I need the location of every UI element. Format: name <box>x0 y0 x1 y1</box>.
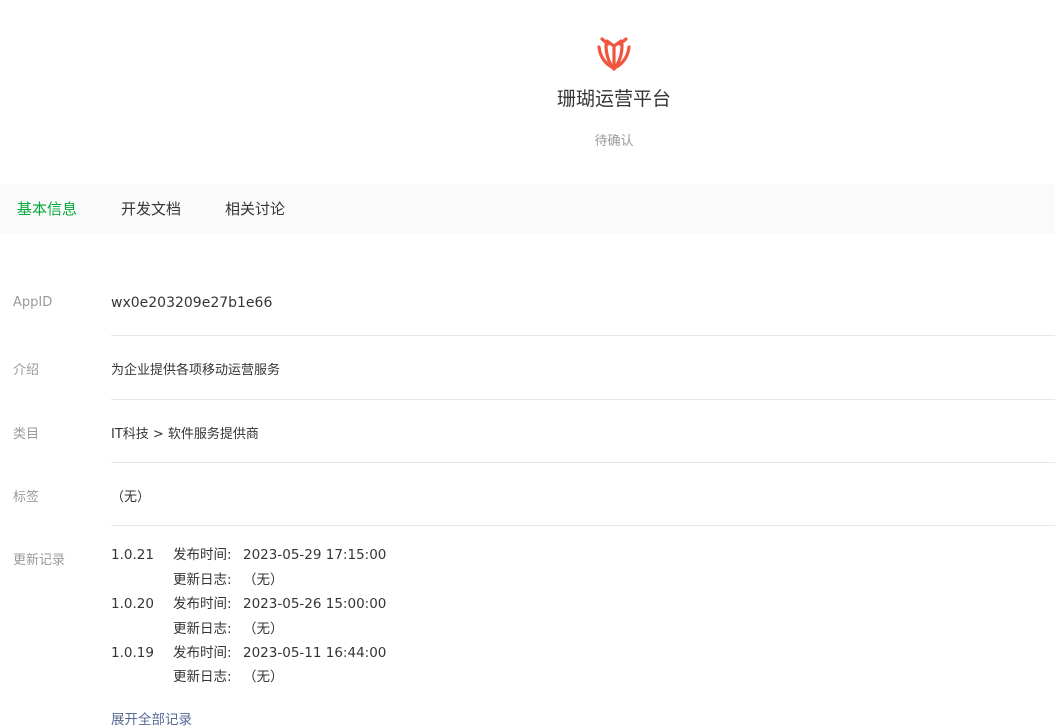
divider <box>111 335 1055 336</box>
appid-value: wx0e203209e27b1e66 <box>111 295 273 311</box>
tab-basic-info[interactable]: 基本信息 <box>17 184 77 234</box>
update-log-value: （无） <box>243 572 284 588</box>
update-version: 1.0.21 <box>111 547 154 563</box>
update-version: 1.0.20 <box>111 596 154 612</box>
divider <box>111 462 1055 463</box>
category-label: 类目 <box>13 427 40 442</box>
tab-discussions[interactable]: 相关讨论 <box>225 184 285 234</box>
update-time: 2023-05-11 16:44:00 <box>243 645 387 661</box>
tab-dev-docs[interactable]: 开发文档 <box>121 184 181 234</box>
appid-label: AppID <box>13 295 53 310</box>
expand-all-records-link[interactable]: 展开全部记录 <box>111 711 192 728</box>
update-time: 2023-05-26 15:00:00 <box>243 596 387 612</box>
app-title: 珊瑚运营平台 <box>556 88 671 110</box>
update-version: 1.0.19 <box>111 645 154 661</box>
update-log-label: 更新日志: <box>173 621 232 637</box>
updates-label: 更新记录 <box>13 553 66 568</box>
update-log-value: （无） <box>243 621 284 637</box>
update-log-value: （无） <box>243 669 284 685</box>
intro-value: 为企业提供各项移动运营服务 <box>111 363 281 378</box>
app-status: 待确认 <box>594 134 634 149</box>
category-value: IT科技 > 软件服务提供商 <box>111 427 259 442</box>
tags-value: （无） <box>111 490 151 505</box>
intro-label: 介绍 <box>13 363 40 378</box>
tab-bar: 基本信息 开发文档 相关讨论 <box>0 184 1055 234</box>
tags-label: 标签 <box>13 490 40 505</box>
mini-program-detail-page: 珊瑚运营平台 待确认 基本信息 开发文档 相关讨论 AppID wx0e2032… <box>0 0 1055 728</box>
coral-logo-icon <box>597 37 631 71</box>
update-log-label: 更新日志: <box>173 669 232 685</box>
app-header: 珊瑚运营平台 待确认 <box>0 0 1055 184</box>
update-time-label: 发布时间: <box>173 596 232 612</box>
update-log-label: 更新日志: <box>173 572 232 588</box>
update-time-label: 发布时间: <box>173 547 232 563</box>
divider <box>111 399 1055 400</box>
update-time-label: 发布时间: <box>173 645 232 661</box>
divider <box>111 525 1055 526</box>
update-time: 2023-05-29 17:15:00 <box>243 547 387 563</box>
